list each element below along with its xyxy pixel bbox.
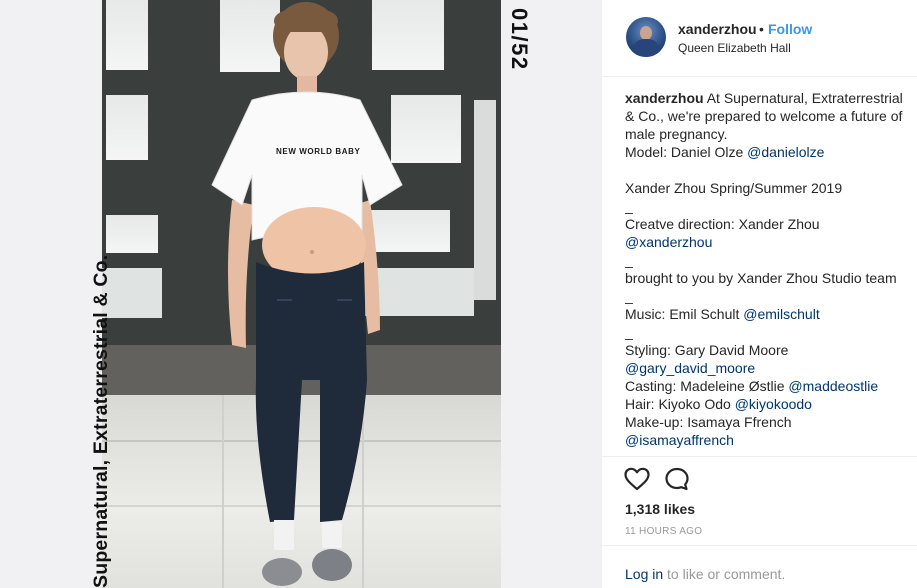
mention-link[interactable]: @xanderzhou: [625, 234, 712, 250]
post-header: xanderzhou • Follow Queen Elizabeth Hall: [602, 0, 917, 77]
caption-line: Model: Daniel Olze @danielolze: [625, 143, 910, 161]
caption-line: _: [625, 323, 910, 341]
caption-text: Xander Zhou Spring/Summer 2019: [625, 180, 843, 196]
location-link[interactable]: Queen Elizabeth Hall: [678, 41, 791, 55]
like-count[interactable]: 1,318 likes: [625, 501, 695, 517]
caption-text: Styling: Gary David Moore: [625, 342, 789, 358]
caption-text: _: [625, 288, 633, 304]
post-timestamp[interactable]: 11 HOURS AGO: [625, 526, 702, 537]
mention-link[interactable]: @danielolze: [747, 144, 824, 160]
login-prompt-text: Log in to like or comment.: [625, 566, 785, 582]
follow-button[interactable]: Follow: [768, 21, 812, 37]
look-number-vertical: 01/52: [507, 8, 532, 71]
caption-line: Styling: Gary David Moore @gary_david_mo…: [625, 341, 910, 377]
mention-link[interactable]: @isamayaffrench: [625, 432, 734, 448]
avatar[interactable]: [626, 17, 666, 57]
mention-link[interactable]: @gary_david_moore: [625, 360, 755, 376]
post-media[interactable]: NEW WORLD BABY Supernatural, Extraterres…: [0, 0, 601, 588]
caption-line: Creatve direction: Xander Zhou @xanderzh…: [625, 215, 910, 251]
caption-text: _: [625, 198, 633, 214]
caption-line: [625, 161, 910, 179]
username-link[interactable]: xanderzhou: [678, 21, 757, 37]
caption-line: _: [625, 287, 910, 305]
post-actions: 1,318 likes 11 HOURS AGO Log in to like …: [602, 456, 917, 588]
login-prompt: Log in to like or comment.: [602, 545, 917, 588]
caption-line: Hair: Kiyoko Odo @kiyokoodo: [625, 395, 910, 413]
caption-text: Make-up: Isamaya Ffrench: [625, 414, 792, 430]
mention-link[interactable]: @maddeostlie: [788, 378, 878, 394]
separator-dot: •: [759, 21, 764, 37]
caption-text: _: [625, 252, 633, 268]
caption-line: @isamayaffrench: [625, 431, 910, 449]
caption-line: _: [625, 197, 910, 215]
caption-text: Casting: Madeleine Østlie: [625, 378, 789, 394]
model-figure: [211, 2, 403, 586]
caption-text: Creatve direction: Xander Zhou: [625, 216, 820, 232]
shirt-print: NEW WORLD BABY: [276, 147, 361, 156]
mention-link[interactable]: @emilschult: [743, 306, 819, 322]
caption-line: Make-up: Isamaya Ffrench: [625, 413, 910, 431]
login-prompt-rest: to like or comment.: [663, 566, 786, 582]
speech-bubble-icon[interactable]: [664, 467, 692, 493]
caption-line: _: [625, 251, 910, 269]
caption-text: Model: Daniel Olze: [625, 144, 748, 160]
mention-link[interactable]: @kiyokoodo: [735, 396, 812, 412]
caption-line: Music: Emil Schult @emilschult: [625, 305, 910, 323]
post-caption: xanderzhou At Supernatural, Extraterrest…: [625, 89, 910, 456]
post-details-panel: xanderzhou • Follow Queen Elizabeth Hall…: [601, 0, 917, 588]
heart-outline-icon[interactable]: [624, 467, 652, 493]
caption-text: brought to you by Xander Zhou Studio tea…: [625, 270, 897, 286]
runway-photo: NEW WORLD BABY: [102, 0, 501, 588]
caption-line: Casting: Madeleine Østlie @maddeostlie: [625, 377, 910, 395]
caption-username[interactable]: xanderzhou: [625, 90, 704, 106]
collection-title-vertical: Supernatural, Extraterrestrial & Co.: [90, 254, 112, 588]
caption-line: xanderzhou At Supernatural, Extraterrest…: [625, 89, 910, 143]
caption-text: _: [625, 324, 633, 340]
caption-text: Hair: Kiyoko Odo: [625, 396, 735, 412]
login-link[interactable]: Log in: [625, 566, 663, 582]
caption-line: Xander Zhou Spring/Summer 2019: [625, 179, 910, 197]
caption-line: brought to you by Xander Zhou Studio tea…: [625, 269, 910, 287]
caption-text: Music: Emil Schult: [625, 306, 744, 322]
